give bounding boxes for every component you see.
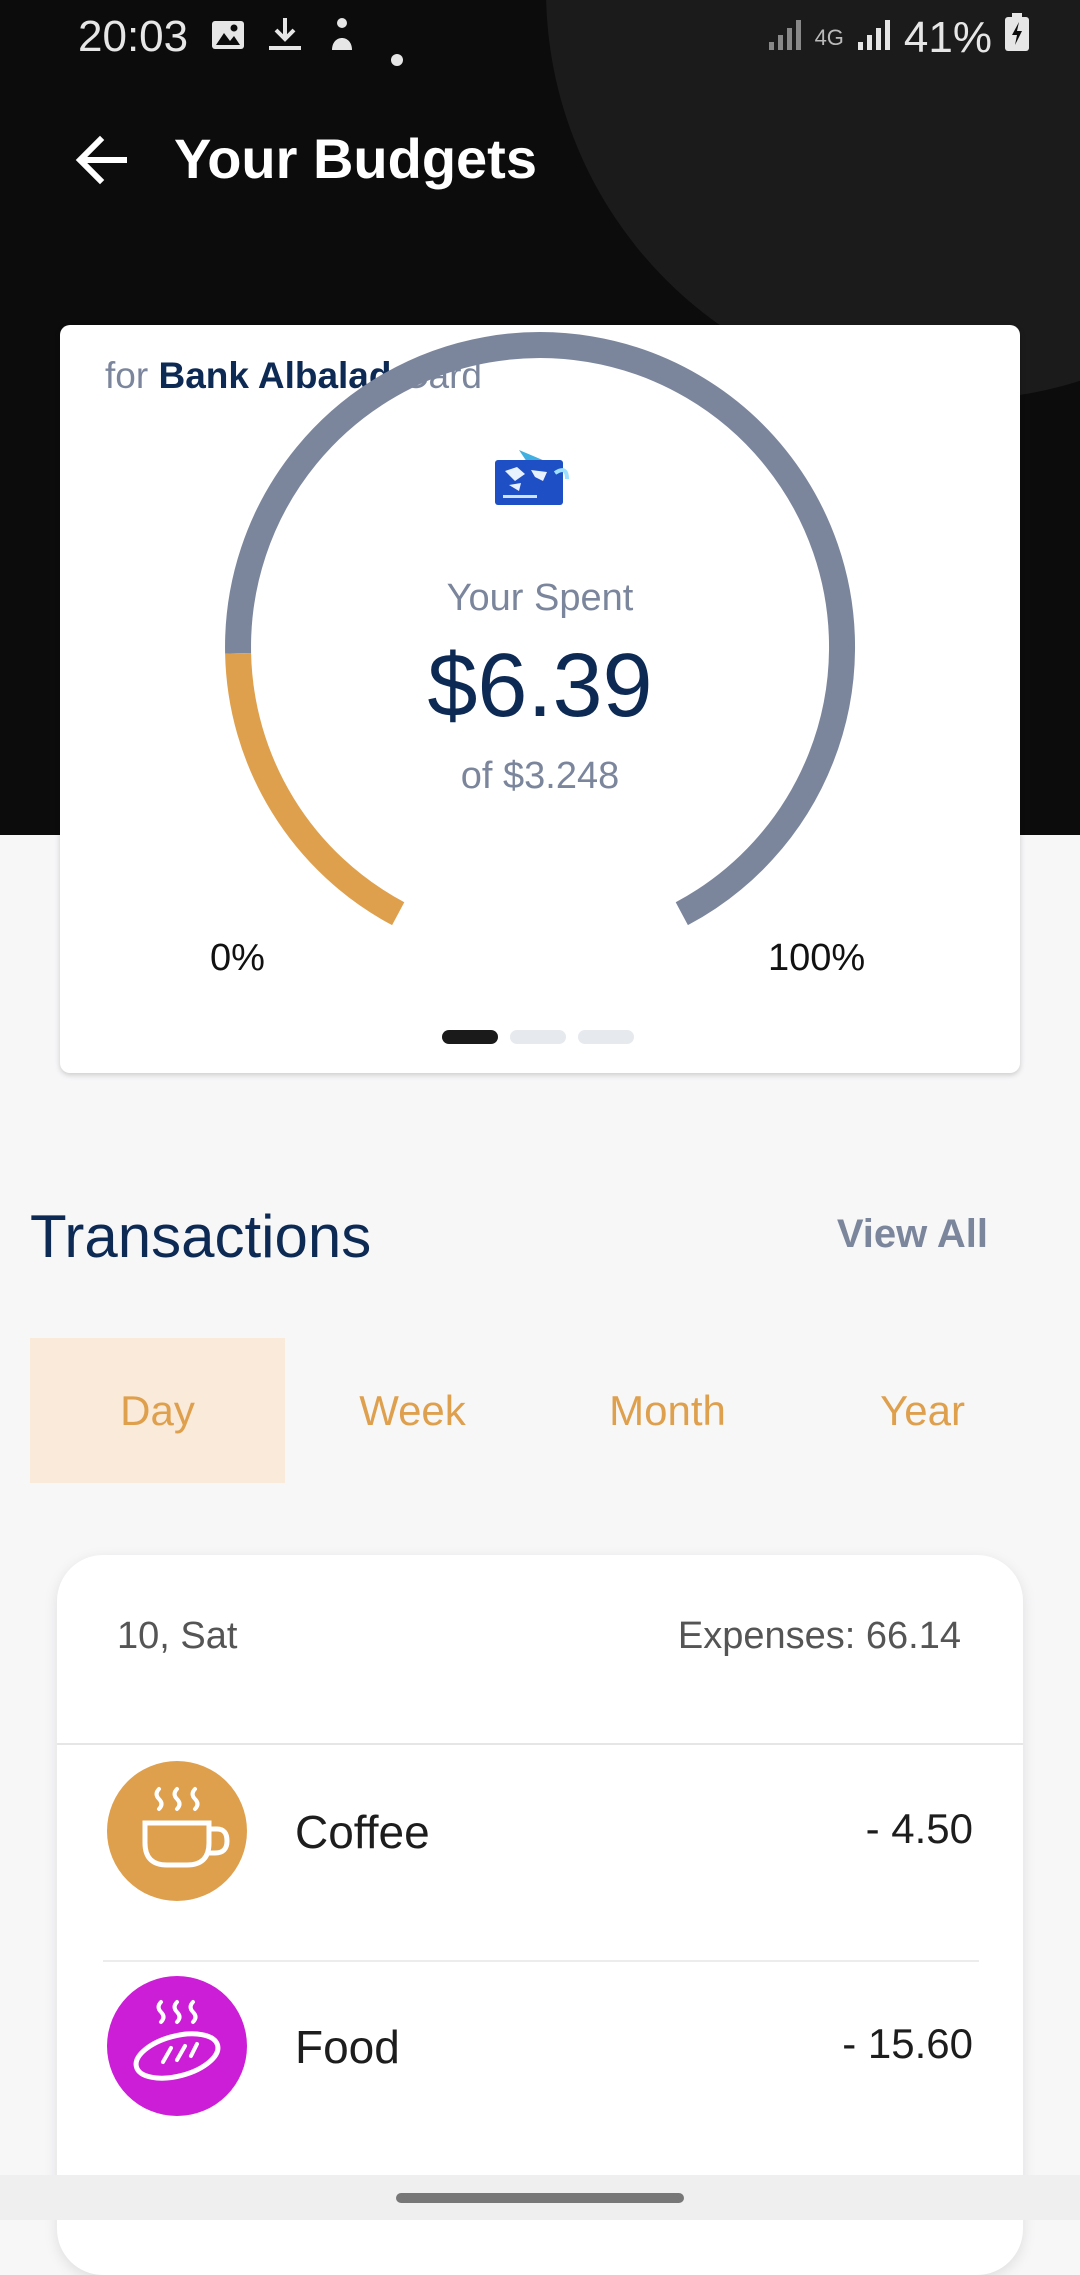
daily-expenses: Expenses: 66.14 [677, 1615, 961, 1657]
navigation-bar [0, 2175, 1080, 2220]
period-tabs: Day Week Month Year [30, 1338, 1050, 1483]
status-time: 20:03 [78, 12, 189, 61]
transactions-card: 10, Sat Expenses: 66.14 Coffee - 4.50 Fo… [57, 1555, 1023, 2275]
credit-card-icon [495, 450, 569, 505]
tab-week[interactable]: Week [285, 1338, 540, 1483]
pager-dot[interactable] [442, 1030, 498, 1044]
notification-icon [322, 14, 362, 65]
arrow-left-icon [75, 135, 127, 185]
bread-icon [107, 1976, 247, 2116]
dot-icon [390, 28, 404, 78]
signal-icon [767, 13, 803, 63]
transaction-row[interactable]: Coffee - 4.50 [57, 1745, 1023, 1905]
transaction-amount: - 15.60 [842, 2020, 973, 2067]
network-type: 4G [814, 24, 844, 50]
spent-label: Your Spent [446, 577, 634, 619]
coffee-cup-icon [107, 1761, 247, 1901]
transaction-date: 10, Sat [117, 1615, 238, 1657]
status-bar: 20:03 4G 41% [0, 0, 1080, 72]
transaction-amount: - 4.50 [865, 1805, 973, 1852]
transaction-name: Food [295, 2021, 400, 2073]
signal-icon [856, 13, 892, 63]
home-indicator[interactable] [396, 2193, 684, 2203]
gauge-max-label: 100% [768, 937, 866, 979]
card-pager[interactable] [442, 1030, 634, 1044]
gauge-remaining-arc [225, 332, 856, 926]
tab-year[interactable]: Year [795, 1338, 1050, 1483]
pager-dot[interactable] [510, 1030, 566, 1044]
gauge-min-label: 0% [210, 937, 265, 979]
pager-dot[interactable] [578, 1030, 634, 1044]
download-icon [265, 14, 305, 65]
image-icon [210, 14, 246, 64]
transaction-row[interactable]: Food - 15.60 [57, 1960, 1023, 2120]
transactions-title: Transactions [30, 1203, 372, 1270]
budget-total: of $3.248 [460, 755, 620, 797]
transaction-name: Coffee [295, 1806, 430, 1858]
view-all-link[interactable]: View All [837, 1212, 988, 1257]
budget-card[interactable]: for Bank Albalad Card Your Spent $6.39 o… [60, 325, 1020, 1073]
page-title: Your Budgets [174, 127, 537, 190]
app-bar: Your Budgets [0, 110, 1080, 210]
battery-level: 41% [903, 12, 992, 62]
back-button[interactable] [70, 128, 134, 192]
spent-amount: $6.39 [427, 636, 653, 736]
battery-charging-icon [1004, 12, 1030, 63]
tab-day[interactable]: Day [30, 1338, 285, 1483]
tab-month[interactable]: Month [540, 1338, 795, 1483]
